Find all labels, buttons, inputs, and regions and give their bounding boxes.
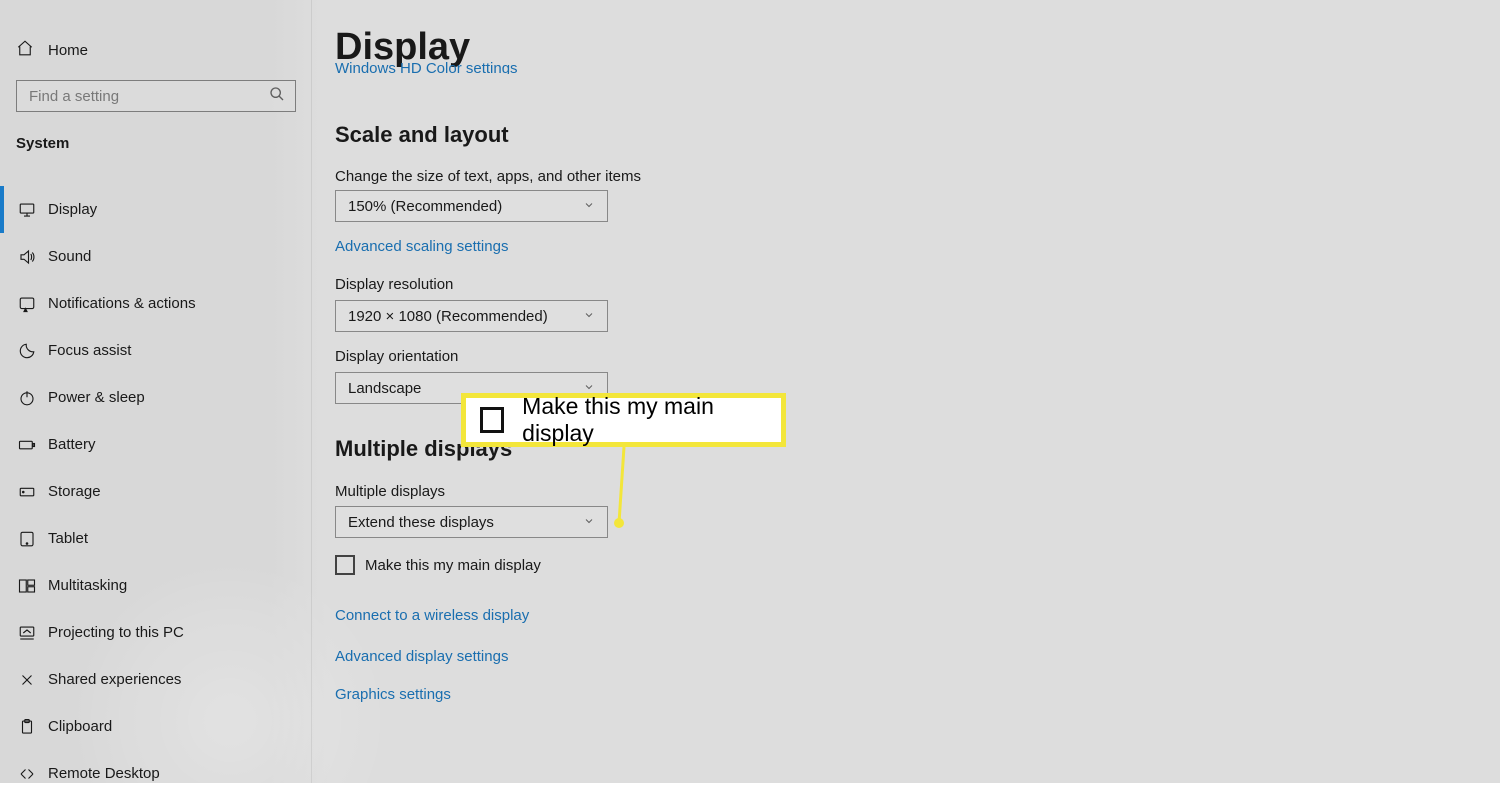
storage-icon — [18, 483, 36, 501]
sidebar-item-home[interactable]: Home — [16, 36, 88, 64]
sidebar-item-label: Notifications & actions — [48, 295, 196, 312]
advanced-display-link[interactable]: Advanced display settings — [335, 648, 508, 665]
sidebar-item-power-sleep[interactable]: Power & sleep — [0, 374, 311, 421]
category-label: System — [16, 135, 69, 152]
sidebar-item-multitasking[interactable]: Multitasking — [0, 562, 311, 609]
multiple-displays-select[interactable]: Extend these displays — [335, 506, 608, 538]
sidebar: Home System Display Sound Notifications & … — [0, 0, 311, 783]
moon-icon — [18, 342, 36, 360]
text-size-label: Change the size of text, apps, and other… — [335, 168, 641, 185]
sidebar-item-clipboard[interactable]: Clipboard — [0, 703, 311, 750]
orientation-value: Landscape — [348, 380, 421, 397]
text-size-select[interactable]: 150% (Recommended) — [335, 190, 608, 222]
multiple-displays-value: Extend these displays — [348, 514, 494, 531]
sidebar-item-remote-desktop[interactable]: Remote Desktop — [0, 750, 311, 797]
sidebar-item-label: Battery — [48, 436, 96, 453]
sidebar-item-label: Projecting to this PC — [48, 624, 184, 641]
sidebar-item-notifications-actions[interactable]: Notifications & actions — [0, 280, 311, 327]
make-main-display-label: Make this my main display — [365, 557, 541, 574]
resolution-label: Display resolution — [335, 276, 453, 293]
sidebar-nav: Display Sound Notifications & actions Focus… — [0, 186, 311, 797]
hd-color-link[interactable]: Windows HD Color settings — [335, 60, 518, 74]
main-content: Display Windows HD Color settings Scale … — [335, 0, 1500, 783]
chevron-down-icon — [583, 514, 595, 531]
sidebar-item-display[interactable]: Display — [0, 186, 311, 233]
sidebar-item-label: Storage — [48, 483, 101, 500]
sidebar-item-label: Sound — [48, 248, 91, 265]
sidebar-item-focus-assist[interactable]: Focus assist — [0, 327, 311, 374]
notifications-icon — [18, 295, 36, 313]
multiple-displays-label: Multiple displays — [335, 483, 445, 500]
home-label: Home — [48, 42, 88, 59]
sidebar-item-label: Tablet — [48, 530, 88, 547]
multitasking-icon — [18, 577, 36, 595]
display-icon — [18, 201, 36, 219]
remote-icon — [18, 765, 36, 783]
power-icon — [18, 389, 36, 407]
sidebar-item-label: Focus assist — [48, 342, 131, 359]
sound-icon — [18, 248, 36, 266]
resolution-select[interactable]: 1920 × 1080 (Recommended) — [335, 300, 608, 332]
sidebar-item-storage[interactable]: Storage — [0, 468, 311, 515]
sidebar-item-tablet[interactable]: Tablet — [0, 515, 311, 562]
sidebar-item-sound[interactable]: Sound — [0, 233, 311, 280]
chevron-down-icon — [583, 198, 595, 215]
graphics-settings-link[interactable]: Graphics settings — [335, 686, 451, 703]
shared-icon — [18, 671, 36, 689]
chevron-down-icon — [583, 308, 595, 325]
scale-heading: Scale and layout — [335, 122, 509, 148]
text-size-value: 150% (Recommended) — [348, 198, 502, 215]
search-icon — [269, 86, 285, 106]
sidebar-item-label: Multitasking — [48, 577, 127, 594]
wireless-display-link[interactable]: Connect to a wireless display — [335, 607, 529, 624]
checkbox-box-icon — [335, 555, 355, 575]
tablet-icon — [18, 530, 36, 548]
battery-icon — [18, 436, 36, 454]
resolution-value: 1920 × 1080 (Recommended) — [348, 308, 548, 325]
clipboard-icon — [18, 718, 36, 736]
projecting-icon — [18, 624, 36, 642]
orientation-label: Display orientation — [335, 348, 458, 365]
sidebar-item-projecting-to-this-pc[interactable]: Projecting to this PC — [0, 609, 311, 656]
sidebar-item-shared-experiences[interactable]: Shared experiences — [0, 656, 311, 703]
sidebar-item-label: Clipboard — [48, 718, 112, 735]
callout-annotation: Make this my main display — [461, 393, 786, 447]
sidebar-item-battery[interactable]: Battery — [0, 421, 311, 468]
sidebar-item-label: Display — [48, 201, 97, 218]
advanced-scaling-link[interactable]: Advanced scaling settings — [335, 238, 508, 255]
sidebar-item-label: Power & sleep — [48, 389, 145, 406]
search-input[interactable] — [16, 80, 296, 112]
callout-text: Make this my main display — [522, 393, 767, 447]
checkbox-box-icon — [480, 407, 504, 433]
home-icon — [16, 39, 34, 61]
callout-leader-dot — [614, 518, 624, 528]
sidebar-item-label: Shared experiences — [48, 671, 181, 688]
search-text-field[interactable] — [27, 87, 269, 106]
make-main-display-checkbox[interactable]: Make this my main display — [335, 555, 541, 575]
sidebar-item-label: Remote Desktop — [48, 765, 160, 782]
sidebar-separator — [311, 0, 312, 783]
